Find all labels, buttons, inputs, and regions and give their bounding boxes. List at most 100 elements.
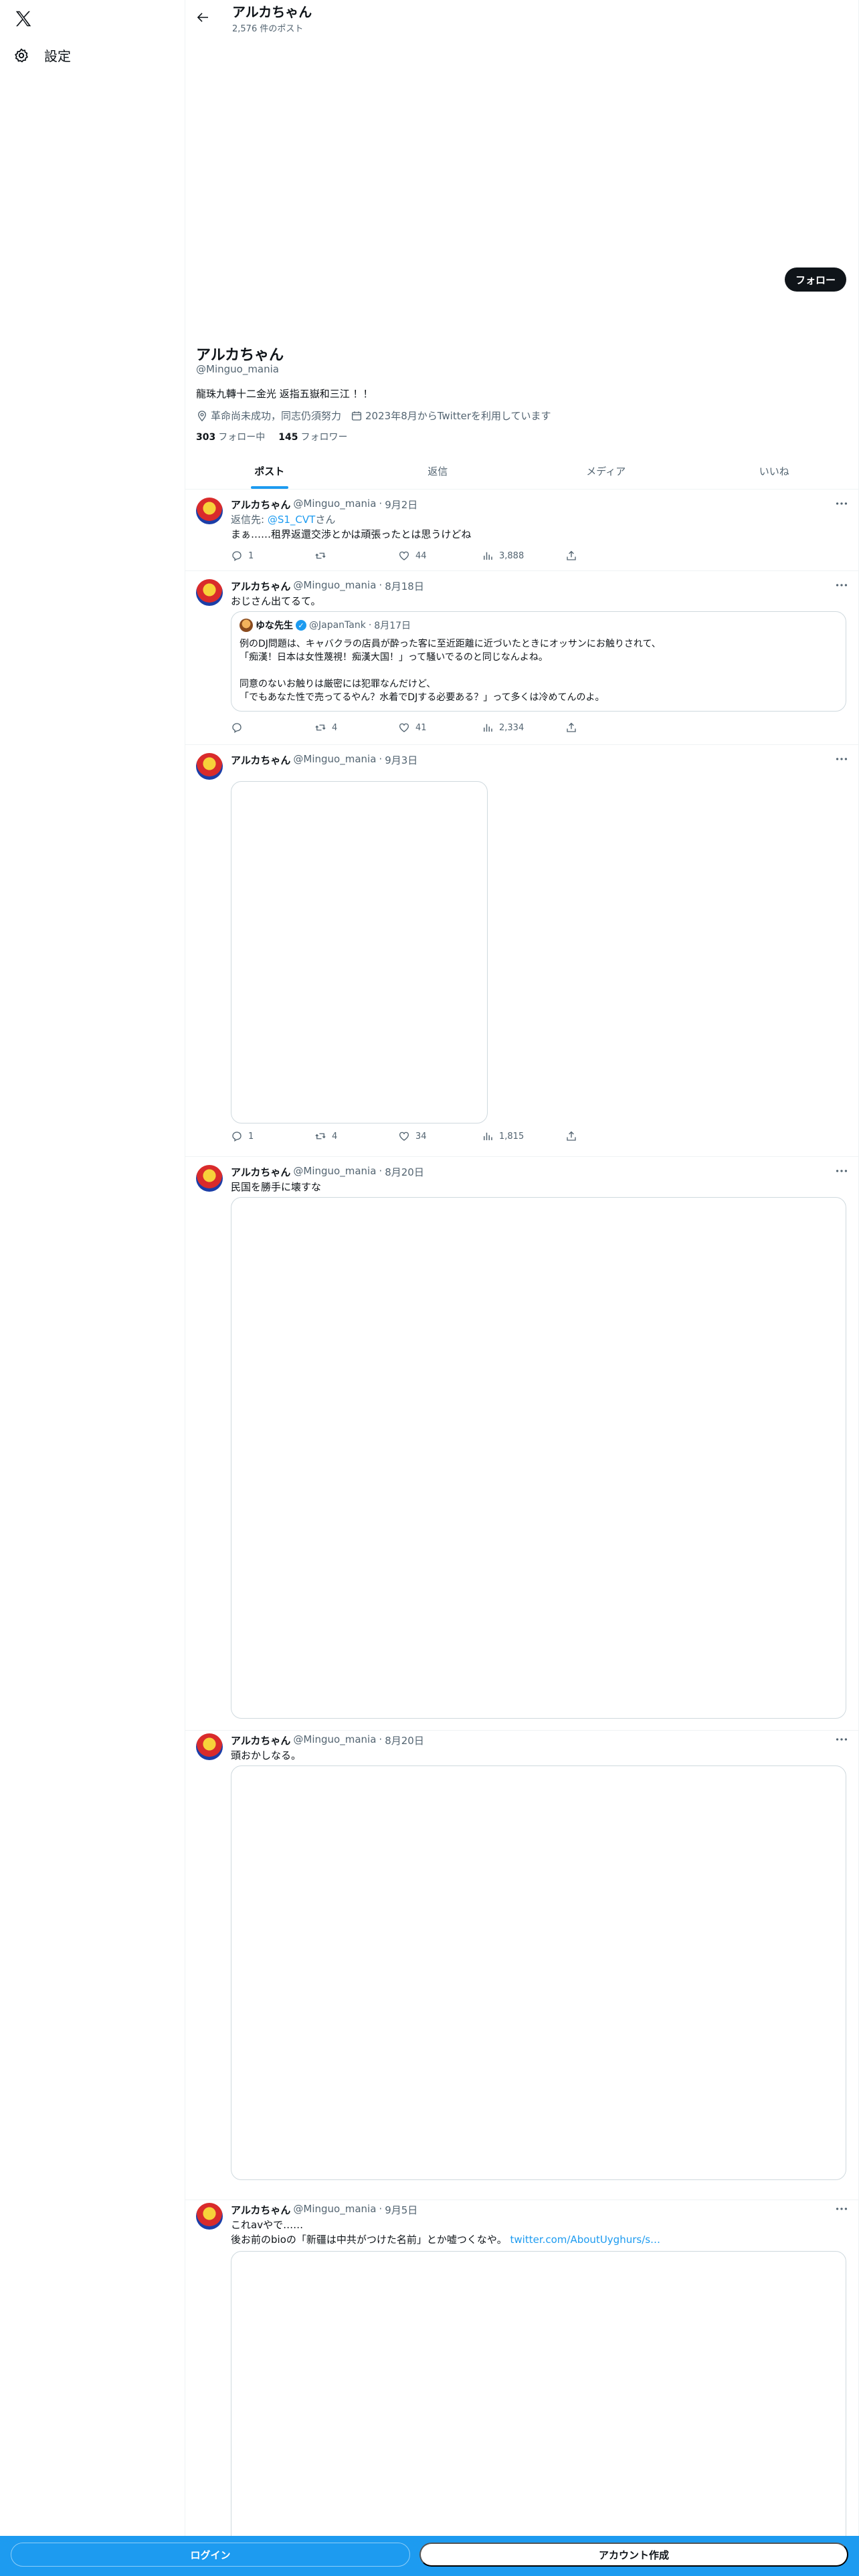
avatar[interactable] [196, 1733, 223, 1760]
tweet-date[interactable]: 8月18日 [385, 579, 424, 593]
signup-button[interactable]: アカウント作成 [419, 2543, 848, 2567]
tweet-author-name[interactable]: アルカちゃん [231, 498, 290, 512]
tab-media[interactable]: メディア [522, 453, 690, 489]
tweet-image[interactable] [231, 1765, 846, 2180]
tweet-author-name[interactable]: アルカちゃん [231, 579, 290, 593]
tweet-date[interactable]: 9月2日 [385, 498, 417, 512]
reply-to-link[interactable]: @S1_CVT [268, 514, 315, 526]
more-icon[interactable] [834, 1732, 849, 1747]
tweet-author-handle[interactable]: @Minguo_mania [293, 1733, 376, 1747]
bar-chart-icon [482, 550, 494, 562]
avatar[interactable] [196, 2203, 223, 2230]
like-action[interactable]: 44 [398, 550, 458, 562]
follow-button[interactable]: フォロー [784, 267, 846, 292]
tweet[interactable]: アルカちゃん @Minguo_mania · 9月2日 返信先: @S1_CVT… [185, 490, 858, 571]
quoted-tweet[interactable]: ゆな先生 ✓ @JapanTank · 8月17日 例のDJ問題は、キャバクラの… [231, 611, 846, 712]
tweet-actions: 1 44 3,888 [231, 550, 579, 562]
heart-icon [398, 1130, 410, 1142]
followers-count: 145 [278, 432, 298, 443]
like-count: 34 [415, 1131, 427, 1142]
profile-joined: 2023年8月からTwitterを利用しています [351, 409, 551, 423]
tab-posts[interactable]: ポスト [185, 453, 354, 489]
share-action[interactable] [565, 722, 579, 734]
settings-nav-item[interactable]: 設定 [13, 45, 71, 65]
retweet-count: 4 [332, 722, 338, 733]
like-action[interactable]: 34 [398, 1130, 458, 1142]
tweet-image[interactable] [231, 1197, 846, 1719]
tweet-author-handle[interactable]: @Minguo_mania [293, 579, 376, 593]
retweet-action[interactable] [314, 550, 375, 562]
tab-likes[interactable]: いいね [690, 453, 859, 489]
joined-text: 2023年8月からTwitterを利用しています [365, 410, 551, 422]
more-icon[interactable] [834, 496, 849, 511]
following-link[interactable]: 303 フォロー中 [196, 430, 265, 443]
views-action[interactable]: 2,334 [482, 722, 542, 734]
tweet-author-name[interactable]: アルカちゃん [231, 1733, 290, 1747]
tweet-header: アルカちゃん @Minguo_mania · 8月20日 [231, 1165, 424, 1179]
more-icon[interactable] [834, 578, 849, 593]
main-column: アルカちゃん 2,576 件のポスト フォロー アルカちゃん @Minguo_m… [185, 0, 859, 2576]
tweet-actions: 1 4 34 1,815 [231, 1130, 579, 1142]
x-logo-icon[interactable] [13, 9, 33, 29]
tweet-image[interactable] [231, 781, 488, 1123]
share-action[interactable] [565, 550, 579, 562]
profile-name: アルカちゃん [196, 347, 284, 364]
tweet-image[interactable] [231, 2251, 846, 2572]
login-prompt-bar: ログイン アカウント作成 [0, 2536, 859, 2576]
more-icon[interactable] [834, 2202, 849, 2216]
reply-icon [231, 550, 243, 562]
avatar[interactable] [196, 579, 223, 606]
more-icon[interactable] [834, 1164, 849, 1178]
tweet-author-handle[interactable]: @Minguo_mania [293, 498, 376, 512]
share-icon [565, 1130, 577, 1142]
tweet[interactable]: アルカちゃん @Minguo_mania · 8月20日 民国を勝手に壊すな [185, 1157, 858, 1731]
reply-icon [231, 1130, 243, 1142]
views-action[interactable]: 3,888 [482, 550, 542, 562]
like-count: 44 [415, 550, 427, 561]
like-action[interactable]: 41 [398, 722, 458, 734]
retweet-icon [314, 1130, 326, 1142]
retweet-icon [314, 550, 326, 562]
tweet-author-handle[interactable]: @Minguo_mania [293, 1165, 376, 1179]
retweet-action[interactable]: 4 [314, 722, 375, 734]
quote-date: 8月17日 [374, 621, 411, 631]
tweet-date[interactable]: 8月20日 [385, 1165, 424, 1179]
share-action[interactable] [565, 1130, 579, 1142]
tweet-link[interactable]: twitter.com/AboutUyghurs/s… [510, 2234, 661, 2246]
retweet-action[interactable]: 4 [314, 1130, 375, 1142]
tweet-date[interactable]: 9月5日 [385, 2203, 417, 2217]
tweet-date[interactable]: 9月3日 [385, 753, 417, 767]
tab-replies[interactable]: 返信 [354, 453, 522, 489]
tweet-author-name[interactable]: アルカちゃん [231, 753, 290, 767]
tweet[interactable]: アルカちゃん @Minguo_mania · 9月3日 1 4 34 1,815 [185, 745, 858, 1157]
tweet-header: アルカちゃん @Minguo_mania · 8月18日 [231, 579, 424, 593]
following-count: 303 [196, 432, 216, 443]
more-icon[interactable] [834, 752, 849, 766]
avatar[interactable] [196, 753, 223, 780]
tweet[interactable]: アルカちゃん @Minguo_mania · 9月5日 これavやで…… 後お前… [185, 2195, 858, 2576]
tweet-text: まぁ……租界返還交渉とかは頑張ったとは思うけどね [231, 528, 472, 540]
avatar[interactable] [196, 1165, 223, 1192]
tweet[interactable]: アルカちゃん @Minguo_mania · 8月18日 おじさん出てるて。 ゆ… [185, 571, 858, 745]
reply-action[interactable]: 1 [231, 1130, 291, 1142]
back-arrow-icon[interactable] [195, 9, 211, 25]
reply-action[interactable]: 1 [231, 550, 291, 562]
header-post-count: 2,576 件のポスト [232, 24, 304, 34]
tweet-header: アルカちゃん @Minguo_mania · 8月20日 [231, 1733, 424, 1747]
bar-chart-icon [482, 722, 494, 734]
tweet-date[interactable]: 8月20日 [385, 1733, 424, 1747]
share-icon [565, 722, 577, 734]
bar-chart-icon [482, 1130, 494, 1142]
login-button[interactable]: ログイン [11, 2543, 410, 2567]
view-count: 3,888 [499, 550, 524, 561]
tweet-author-handle[interactable]: @Minguo_mania [293, 2203, 376, 2217]
avatar[interactable] [196, 498, 223, 524]
views-action[interactable]: 1,815 [482, 1130, 542, 1142]
quote-text: 例のDJ問題は、キャバクラの店員が酔った客に至近距離に近づいたときにオッサンにお… [240, 639, 661, 703]
followers-link[interactable]: 145 フォロワー [278, 430, 347, 443]
tweet-author-name[interactable]: アルカちゃん [231, 2203, 290, 2217]
tweet-author-handle[interactable]: @Minguo_mania [293, 753, 376, 767]
tweet-author-name[interactable]: アルカちゃん [231, 1165, 290, 1179]
tweet[interactable]: アルカちゃん @Minguo_mania · 8月20日 頭おかしなる。 [185, 1725, 858, 2200]
reply-action[interactable] [231, 722, 291, 734]
